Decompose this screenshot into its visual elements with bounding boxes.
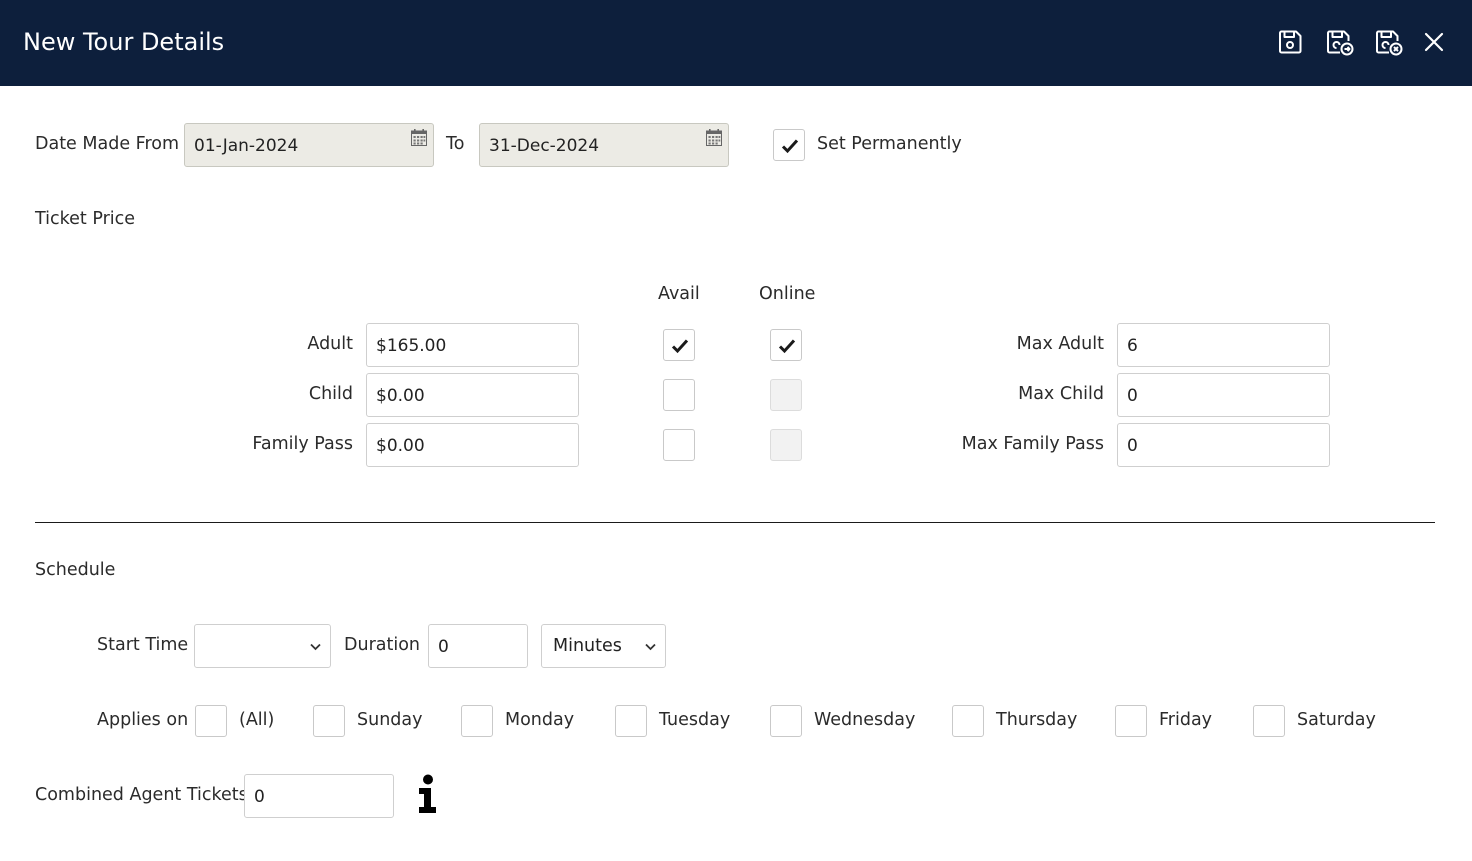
max-child-label: Max Child — [1018, 384, 1104, 404]
calendar-icon[interactable] — [706, 129, 722, 146]
ticket-price-heading: Ticket Price — [35, 209, 136, 229]
start-time-select[interactable] — [194, 624, 331, 668]
day-tuesday-checkbox[interactable] — [615, 705, 647, 737]
combined-agent-tickets-label: Combined Agent Tickets — [35, 785, 248, 805]
applies-on-label: Applies on — [97, 710, 189, 730]
date-from-field[interactable]: 01-Jan-2024 — [184, 123, 434, 167]
child-avail-checkbox[interactable] — [663, 379, 695, 411]
start-time-label: Start Time — [97, 635, 189, 655]
save-icon[interactable] — [1275, 27, 1305, 57]
duration-unit-value: Minutes — [553, 636, 622, 656]
chevron-down-icon — [310, 643, 321, 651]
day-saturday-label: Saturday — [1297, 710, 1376, 730]
family-pass-avail-checkbox[interactable] — [663, 429, 695, 461]
avail-column-header: Avail — [658, 284, 700, 304]
day-friday-checkbox[interactable] — [1115, 705, 1147, 737]
max-adult-input[interactable]: 6 — [1117, 323, 1330, 367]
day-thursday-checkbox[interactable] — [952, 705, 984, 737]
day-monday-checkbox[interactable] — [461, 705, 493, 737]
set-permanently-checkbox[interactable] — [773, 129, 805, 161]
date-made-from-label: Date Made From — [35, 134, 180, 154]
child-price-input[interactable]: $0.00 — [366, 373, 579, 417]
day-sunday-checkbox[interactable] — [313, 705, 345, 737]
adult-avail-checkbox[interactable] — [663, 329, 695, 361]
date-from-value: 01-Jan-2024 — [194, 136, 299, 156]
child-label: Child — [308, 384, 353, 404]
day-thursday-label: Thursday — [996, 710, 1078, 730]
duration-unit-select[interactable]: Minutes — [541, 624, 666, 668]
section-divider — [35, 522, 1435, 523]
max-adult-label: Max Adult — [1016, 334, 1104, 354]
max-family-pass-label: Max Family Pass — [961, 434, 1104, 454]
day-saturday-checkbox[interactable] — [1253, 705, 1285, 737]
child-online-checkbox — [770, 379, 802, 411]
day-tuesday-label: Tuesday — [659, 710, 731, 730]
max-family-pass-input[interactable]: 0 — [1117, 423, 1330, 467]
chevron-down-icon — [645, 643, 656, 651]
day-all-checkbox[interactable] — [195, 705, 227, 737]
schedule-heading: Schedule — [35, 560, 116, 580]
set-permanently-label: Set Permanently — [817, 134, 962, 154]
day-monday-label: Monday — [505, 710, 575, 730]
family-pass-price-input[interactable]: $0.00 — [366, 423, 579, 467]
calendar-icon[interactable] — [411, 129, 427, 146]
page-title: New Tour Details — [23, 28, 225, 56]
checkmark-icon — [781, 139, 799, 154]
duration-label: Duration — [344, 635, 421, 655]
max-child-input[interactable]: 0 — [1117, 373, 1330, 417]
adult-online-checkbox[interactable] — [770, 329, 802, 361]
adult-price-input[interactable]: $165.00 — [366, 323, 579, 367]
checkmark-icon — [778, 339, 796, 354]
online-column-header: Online — [759, 284, 816, 304]
day-all-label: (All) — [239, 710, 275, 730]
close-icon[interactable] — [1419, 27, 1449, 57]
adult-label: Adult — [307, 334, 353, 354]
save-and-new-icon[interactable] — [1325, 27, 1355, 57]
day-friday-label: Friday — [1159, 710, 1213, 730]
checkmark-icon — [671, 339, 689, 354]
date-to-value: 31-Dec-2024 — [489, 136, 600, 156]
family-pass-online-checkbox — [770, 429, 802, 461]
save-and-close-icon[interactable] — [1374, 27, 1404, 57]
day-wednesday-checkbox[interactable] — [770, 705, 802, 737]
date-to-label: To — [446, 134, 465, 154]
date-to-field[interactable]: 31-Dec-2024 — [479, 123, 729, 167]
day-wednesday-label: Wednesday — [814, 710, 916, 730]
title-bar: New Tour Details — [0, 0, 1472, 86]
info-icon[interactable] — [416, 774, 440, 814]
duration-input[interactable]: 0 — [428, 624, 528, 668]
combined-agent-tickets-input[interactable]: 0 — [244, 774, 394, 818]
family-pass-label: Family Pass — [252, 434, 353, 454]
day-sunday-label: Sunday — [357, 710, 423, 730]
